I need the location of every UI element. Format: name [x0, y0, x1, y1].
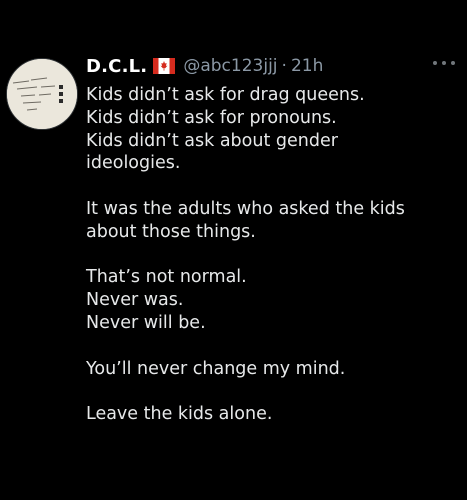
user-handle[interactable]: @abc123jjj [183, 56, 277, 76]
separator-dot: · [281, 56, 287, 76]
tweet-line: Kids didn’t ask for drag queens. [86, 85, 365, 105]
display-name[interactable]: D.C.L. [86, 56, 147, 77]
tweet-text: Kids didn’t ask for drag queens. Kids di… [86, 84, 438, 426]
tweet-line: Never was. [86, 290, 184, 311]
avatar[interactable] [6, 58, 78, 130]
tweet-header: D.C.L. @abc123jjj · 21h [86, 52, 438, 80]
typewriter-text-avatar-icon [7, 59, 77, 129]
tweet-card[interactable]: D.C.L. @abc123jjj · 21h Kids didn’t ask … [0, 0, 467, 500]
tweet-line: It was the adults who asked the kids [86, 198, 405, 219]
tweet-line: ideologies. [86, 153, 181, 174]
tweet-line: That’s not normal. [86, 267, 247, 288]
tweet-line: Kids didn’t ask for pronouns. [86, 107, 337, 128]
tweet-content: D.C.L. @abc123jjj · 21h Kids didn’t ask … [86, 52, 438, 426]
tweet-line: Leave the kids alone. [86, 404, 273, 425]
tweet-line: Kids didn’t ask about gender [86, 130, 338, 151]
canada-flag-icon [153, 58, 176, 74]
tweet-line: You’ll never change my mind. [86, 358, 346, 379]
tweet-line: Never will be. [86, 312, 206, 333]
tweet-line: about those things. [86, 221, 256, 242]
timestamp[interactable]: 21h [291, 56, 323, 76]
